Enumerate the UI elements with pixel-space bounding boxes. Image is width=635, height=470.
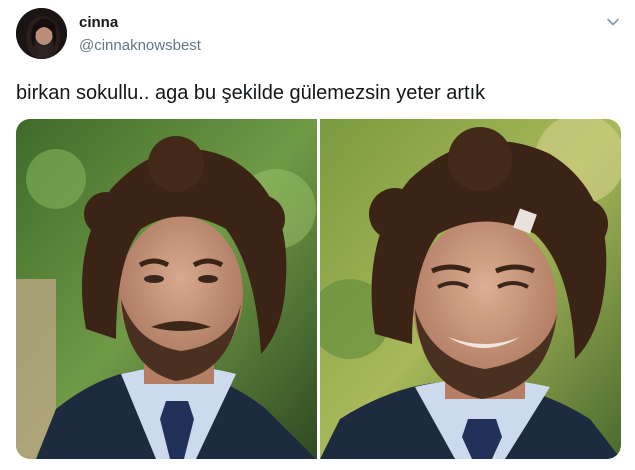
media-grid: [16, 119, 621, 459]
photo-smiling-image: [320, 119, 621, 459]
display-name[interactable]: cinna: [79, 14, 201, 32]
tweet-text: birkan sokullu.. aga bu şekilde gülemezs…: [16, 82, 486, 104]
author-names: cinna @cinnaknowsbest: [79, 14, 201, 56]
user-handle[interactable]: @cinnaknowsbest: [79, 36, 201, 56]
photo-serious-image: [16, 119, 317, 459]
photo-right[interactable]: [320, 119, 621, 459]
avatar-image: [16, 8, 67, 59]
photo-left[interactable]: [16, 119, 317, 459]
chevron-down-icon[interactable]: [605, 14, 621, 30]
tweet-header: cinna @cinnaknowsbest: [16, 6, 621, 60]
tweet-card: cinna @cinnaknowsbest birkan sokullu.. a…: [0, 0, 635, 470]
avatar[interactable]: [16, 8, 67, 59]
